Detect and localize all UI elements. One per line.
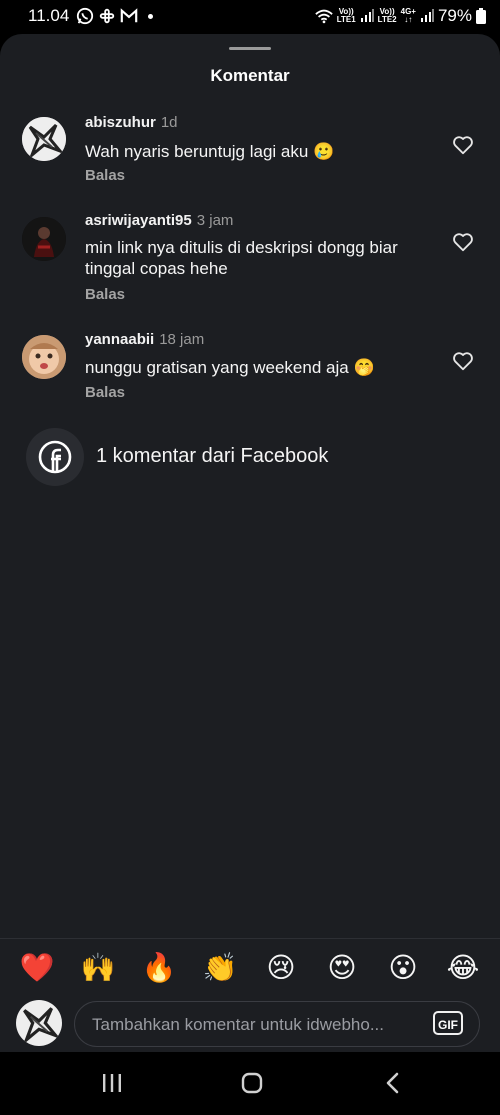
emoji-laughing[interactable]: 😂 — [445, 951, 481, 984]
slack-icon — [99, 8, 115, 24]
recent-apps-icon[interactable] — [100, 1072, 124, 1094]
facebook-comments-label: 1 komentar dari Facebook — [96, 445, 329, 467]
clock: 11.04 — [28, 6, 70, 25]
emoji-crying[interactable]: 😢 — [263, 951, 299, 984]
reply-button[interactable]: Balas — [85, 167, 125, 184]
battery-icon — [476, 8, 486, 24]
comment-input-placeholder: Tambahkan komentar untuk idwebho... — [92, 1015, 385, 1034]
emoji-surprised[interactable]: 😮 — [385, 951, 421, 984]
emoji-heart[interactable]: ❤️ — [19, 951, 55, 984]
more-notifications-dot — [148, 13, 153, 19]
avatar[interactable] — [22, 117, 66, 161]
like-heart-icon[interactable] — [452, 134, 474, 156]
avatar[interactable] — [22, 335, 66, 379]
emoji-clap[interactable]: 👏 — [202, 951, 238, 984]
system-nav-bar — [0, 1052, 500, 1115]
comment-input-row: Tambahkan komentar untuk idwebho... GIF — [0, 994, 500, 1052]
system-icons: Vo)) LTE1 Vo)) LTE2 4G+ ↓↑ 79% — [314, 6, 486, 26]
comment-text: min link nya ditulis di deskripsi dongg … — [85, 238, 398, 278]
comment-username[interactable]: yannaabii 18 jam — [85, 331, 204, 348]
reply-button[interactable]: Balas — [85, 384, 125, 401]
comments-sheet: Komentar abiszuhur 1d Wah nyaris beruntuj… — [0, 34, 500, 1052]
emoji-raised-hands[interactable]: 🙌 — [80, 951, 116, 984]
status-bar: 11.04 Vo)) LTE1 Vo)) LTE2 4G+ ↓↑ 79% — [0, 0, 500, 34]
emoji-fire[interactable]: 🔥 — [141, 951, 177, 984]
my-avatar — [16, 1000, 62, 1046]
sim2-label: Vo)) LTE2 — [377, 7, 397, 24]
back-icon[interactable] — [383, 1071, 403, 1095]
facebook-comments-link[interactable]: 1 komentar dari Facebook — [26, 428, 466, 486]
comment-time: 18 jam — [159, 331, 205, 348]
emoji-reaction-bar: ❤️ 🙌 🔥 👏 😢 😍 😮 😂 — [0, 938, 500, 995]
comment-username[interactable]: asriwijayanti95 3 jam — [85, 212, 233, 229]
wifi-icon — [314, 9, 333, 24]
avatar[interactable] — [22, 217, 66, 261]
whatsapp-icon — [76, 7, 94, 25]
like-heart-icon[interactable] — [452, 350, 474, 372]
battery-percent: 79% — [437, 6, 472, 25]
reply-button[interactable]: Balas — [85, 286, 125, 303]
signal-icon — [360, 9, 374, 22]
network-type: 4G+ ↓↑ — [400, 7, 416, 24]
gif-button[interactable]: GIF — [433, 1011, 463, 1035]
notification-icons — [76, 7, 153, 25]
comment-time: 1d — [160, 114, 178, 131]
signal-icon-2 — [420, 9, 434, 22]
comment-username[interactable]: abiszuhur 1d — [85, 114, 178, 131]
drag-handle[interactable] — [229, 47, 271, 50]
facebook-icon — [26, 428, 84, 486]
comment-time: 3 jam — [196, 212, 234, 229]
like-heart-icon[interactable] — [452, 231, 474, 253]
gmail-icon — [120, 8, 138, 23]
emoji-heart-eyes[interactable]: 😍 — [324, 951, 360, 984]
sheet-title: Komentar — [210, 66, 290, 85]
comment-text: nunggu gratisan yang weekend aja 🤭 — [85, 358, 375, 377]
sim1-label: Vo)) LTE1 — [336, 7, 356, 24]
comment-input[interactable]: Tambahkan komentar untuk idwebho... GIF — [74, 1001, 480, 1047]
comment-text: Wah nyaris beruntujg lagi aku 🥲 — [85, 142, 335, 161]
home-icon[interactable] — [240, 1071, 264, 1095]
